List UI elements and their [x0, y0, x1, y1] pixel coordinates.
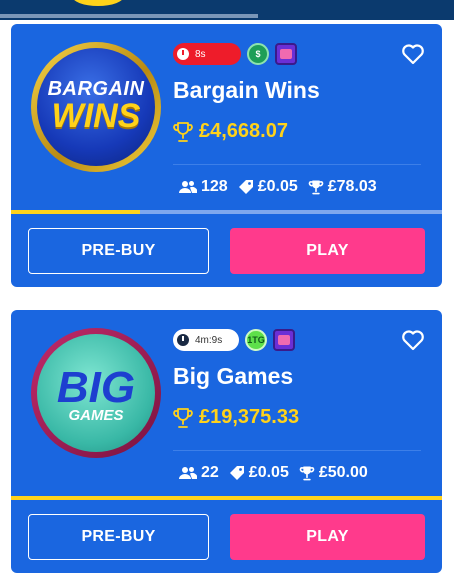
prize-trophy-icon [308, 180, 323, 195]
play-button[interactable]: PLAY [230, 514, 425, 560]
countdown-timer: 4m:9s [173, 329, 239, 351]
prize-stat: £50.00 [299, 464, 368, 482]
1tg-badge-icon: 1TG [245, 329, 267, 351]
ticket-price-stat: £0.05 [229, 464, 289, 482]
game-card-big-games[interactable]: BIG GAMES 4m:9s 1TG Big Games £19,375.33… [11, 310, 442, 573]
tag-icon [238, 180, 253, 194]
play-button[interactable]: PLAY [230, 228, 425, 274]
stats-row: 22 £0.05 £50.00 [179, 464, 368, 482]
logo-text-line2: GAMES [68, 406, 124, 424]
game-title: Bargain Wins [173, 77, 320, 103]
clock-icon [177, 48, 189, 60]
tag-icon [229, 466, 244, 480]
timer-value: 4m:9s [195, 334, 223, 346]
divider [173, 164, 421, 165]
players-stat: 128 [179, 178, 228, 196]
prize-stat: £78.03 [308, 178, 377, 196]
jackpot: £19,375.33 [173, 406, 299, 429]
ticket-price: £0.05 [248, 464, 289, 481]
timer-value: 8s [195, 48, 206, 60]
prize-amount: £50.00 [318, 464, 368, 481]
prize-amount: £78.03 [327, 178, 377, 195]
trophy-icon [173, 407, 193, 428]
badge-row: 8s $ [173, 42, 297, 66]
fill-progress-bar [11, 210, 442, 214]
ticket-price: £0.05 [257, 178, 298, 195]
prize-trophy-icon [299, 466, 315, 481]
players-icon [179, 467, 197, 479]
ticket-badge-icon [273, 329, 295, 351]
progress-fill [11, 496, 442, 500]
favorite-heart-icon[interactable] [401, 43, 425, 65]
game-card-bargain-wins[interactable]: BARGAIN WINS 8s $ Bargain Wins £4,668.07… [11, 24, 442, 287]
top-header-strip [0, 0, 454, 20]
jackpot: £4,668.07 [173, 120, 288, 143]
favorite-heart-icon[interactable] [401, 329, 425, 351]
game-logo[interactable]: BIG GAMES [31, 328, 161, 458]
badge-row: 4m:9s 1TG [173, 328, 295, 352]
trophy-icon [173, 121, 193, 142]
game-title: Big Games [173, 363, 294, 389]
ticket-badge-icon [275, 43, 297, 65]
pre-buy-button[interactable]: PRE-BUY [28, 514, 209, 560]
divider [173, 450, 421, 451]
progress-fill [11, 210, 141, 214]
ticket-price-stat: £0.05 [238, 178, 298, 196]
logo-text-line2: WINS [51, 97, 141, 135]
countdown-timer: 8s [173, 43, 241, 65]
jackpot-amount: £19,375.33 [199, 406, 300, 428]
stats-row: 128 £0.05 £78.03 [179, 178, 377, 196]
header-scrollbar[interactable] [0, 14, 258, 18]
players-count: 22 [201, 464, 219, 481]
pre-buy-button[interactable]: PRE-BUY [28, 228, 209, 274]
fill-progress-bar [11, 496, 442, 500]
jackpot-amount: £4,668.07 [199, 120, 288, 142]
logo-text-line1: BIG [56, 362, 136, 412]
header-logo-fragment [72, 0, 124, 6]
players-icon [179, 181, 197, 193]
game-logo[interactable]: BARGAIN WINS [31, 42, 161, 172]
players-count: 128 [201, 178, 228, 195]
dollar-badge-icon: $ [247, 43, 269, 65]
players-stat: 22 [179, 464, 219, 482]
clock-icon [177, 334, 189, 346]
